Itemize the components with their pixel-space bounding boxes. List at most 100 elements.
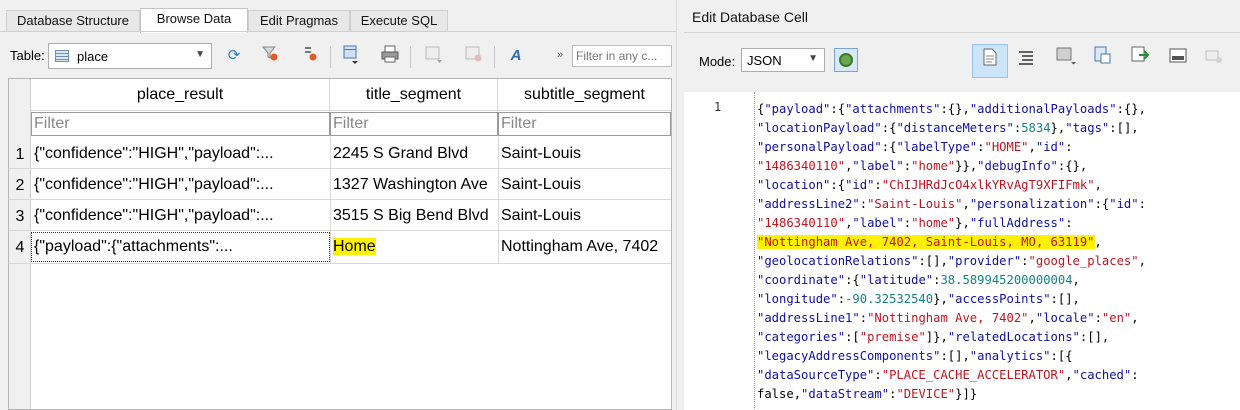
toolbar-separator: [330, 46, 331, 68]
table-select[interactable]: place ▼: [48, 43, 212, 69]
export-icon: [1131, 46, 1150, 62]
line-number-gutter: [684, 92, 752, 410]
indent-button[interactable]: [1008, 44, 1044, 78]
cell-title-segment[interactable]: Home: [330, 232, 498, 262]
code-line: "personalPayload":{"labelType":"HOME","i…: [757, 140, 1073, 154]
insert-record-button[interactable]: [422, 44, 446, 68]
document-icon: [983, 48, 997, 66]
clear-sorting-button[interactable]: [298, 44, 322, 68]
auto-switch-mode-button[interactable]: [834, 48, 858, 72]
tab-divider: [0, 31, 676, 32]
code-line: "Nottingham Ave, 7402, Saint-Louis, MO, …: [757, 235, 1102, 249]
json-editor[interactable]: 1 {"payload":{"attachments":{},"addition…: [684, 92, 1240, 410]
record-delete-icon: [465, 46, 482, 62]
code-line: false,"dataStream":"DEVICE"}]}: [757, 387, 978, 401]
cell-place-result[interactable]: {"confidence":"HIGH","payload":...: [31, 139, 330, 169]
code-line: "coordinate":{"latitude":38.589945200000…: [757, 273, 1080, 287]
eraser-icon: [1056, 47, 1076, 65]
filter-input-place-result[interactable]: Filter: [31, 112, 330, 136]
clear-filters-button[interactable]: [258, 44, 282, 68]
export-button[interactable]: [1122, 44, 1158, 78]
browse-pane: Database Structure Browse Data Edit Prag…: [0, 0, 676, 410]
null-button[interactable]: [1048, 44, 1084, 78]
import-button[interactable]: [1084, 44, 1120, 78]
printer-icon: [381, 45, 399, 63]
cell-place-result[interactable]: {"confidence":"HIGH","payload":...: [31, 170, 330, 200]
code-line: {"payload":{"attachments":{},"additional…: [757, 102, 1146, 116]
sort-clear-icon: [305, 47, 317, 61]
code-line: "legacyAddressComponents":[],"analytics"…: [757, 349, 1073, 363]
toolbar-separator: [410, 46, 411, 68]
mode-label: Mode:: [699, 54, 736, 69]
cell-place-result-selected[interactable]: {"payload":{"attachments":...: [31, 232, 330, 262]
print-button[interactable]: [378, 44, 402, 68]
table-label: Table:: [10, 48, 45, 63]
funnel-clear-icon: [261, 46, 278, 61]
cell-title-segment[interactable]: 2245 S Grand Blvd: [330, 139, 498, 169]
code-line: "dataSourceType":"PLACE_CACHE_ACCELERATO…: [757, 368, 1139, 382]
global-filter-input[interactable]: Filter in any c...: [572, 45, 672, 67]
row-number[interactable]: 2: [9, 171, 31, 201]
tab-execute-sql[interactable]: Execute SQL: [350, 10, 448, 32]
chevron-down-icon: ▼: [808, 53, 818, 64]
import-icon: [1094, 46, 1111, 64]
refresh-icon[interactable]: ⟳: [222, 44, 246, 68]
column-header-subtitle-segment[interactable]: subtitle_segment: [498, 79, 671, 111]
mode-select-value: JSON: [747, 53, 782, 68]
code-line: "addressLine1":"Nottingham Ave, 7402","l…: [757, 311, 1139, 325]
apply-button[interactable]: [1196, 44, 1232, 78]
panel-title-divider: [684, 32, 1240, 33]
record-insert-icon: [425, 46, 442, 63]
grid-line: [9, 263, 671, 264]
table-save-icon: [343, 45, 358, 64]
save-table-button[interactable]: [340, 44, 364, 68]
tab-browse-data[interactable]: Browse Data: [140, 8, 248, 33]
code-line: "location":{"id":"ChIJHRdJcO4xlkYRvAgT9X…: [757, 178, 1102, 192]
auto-mode-icon: [839, 53, 853, 67]
table-select-value: place: [77, 49, 109, 64]
cell-subtitle-segment[interactable]: Saint-Louis: [498, 170, 671, 200]
filter-input-subtitle-segment[interactable]: Filter: [498, 112, 671, 136]
cell-subtitle-segment[interactable]: Saint-Louis: [498, 201, 671, 231]
main-tab-bar: Database Structure Browse Data Edit Prag…: [0, 8, 676, 33]
code-line: "categories":["premise"]},"relatedLocati…: [757, 330, 1110, 344]
gutter-divider: [754, 92, 756, 410]
column-header-title-segment[interactable]: title_segment: [330, 79, 498, 111]
toolbar-separator: [494, 46, 495, 68]
code-line: "1486340110","label":"home"},"fullAddres…: [757, 216, 1073, 230]
edit-cell-pane: Edit Database Cell Mode: JSON ▼ 1 {"payl…: [684, 0, 1240, 410]
text-lines-icon: [1019, 51, 1033, 65]
browse-toolbar: Table: place ▼ ⟳ A » Filter in any c...: [0, 38, 676, 74]
row-number[interactable]: 1: [9, 140, 31, 170]
delete-record-button[interactable]: [462, 44, 486, 68]
mode-select[interactable]: JSON ▼: [741, 48, 825, 72]
code-line: "locationPayload":{"distanceMeters":5834…: [757, 121, 1139, 135]
code-line: "geolocationRelations":[],"provider":"go…: [757, 254, 1146, 268]
cell-place-result[interactable]: {"confidence":"HIGH","payload":...: [31, 201, 330, 231]
chevron-down-icon: ▼: [195, 49, 205, 60]
tab-edit-pragmas[interactable]: Edit Pragmas: [248, 10, 350, 32]
code-line: "1486340110","label":"home"}},"debugInfo…: [757, 159, 1088, 173]
cell-subtitle-segment[interactable]: Saint-Louis: [498, 139, 671, 169]
cell-title-segment[interactable]: 1327 Washington Ave: [330, 170, 498, 200]
image-icon: [1169, 48, 1187, 63]
data-grid: place_result title_segment subtitle_segm…: [8, 78, 672, 410]
row-number[interactable]: 3: [9, 202, 31, 232]
pane-splitter[interactable]: [676, 0, 684, 410]
cell-subtitle-segment[interactable]: Nottingham Ave, 7402: [498, 232, 671, 262]
toolbar-overflow-icon[interactable]: »: [557, 49, 563, 61]
code-line: "longitude":-90.32532540},"accessPoints"…: [757, 292, 1080, 306]
row-number[interactable]: 4: [9, 233, 31, 263]
code-line: "addressLine2":"Saint-Louis","personaliz…: [757, 197, 1146, 211]
word-wrap-button[interactable]: [972, 44, 1008, 78]
line-number: 1: [714, 100, 722, 114]
font-format-icon[interactable]: A: [504, 44, 528, 68]
column-header-place-result[interactable]: place_result: [31, 79, 330, 111]
cell-title-segment[interactable]: 3515 S Big Bend Blvd: [330, 201, 498, 231]
filter-input-title-segment[interactable]: Filter: [330, 112, 498, 136]
json-code[interactable]: {"payload":{"attachments":{},"additional…: [757, 100, 1237, 404]
tab-database-structure[interactable]: Database Structure: [6, 10, 140, 32]
highlighted-title-text: Home: [333, 238, 376, 255]
panel-title: Edit Database Cell: [692, 9, 808, 25]
set-as-image-button[interactable]: [1160, 44, 1196, 78]
